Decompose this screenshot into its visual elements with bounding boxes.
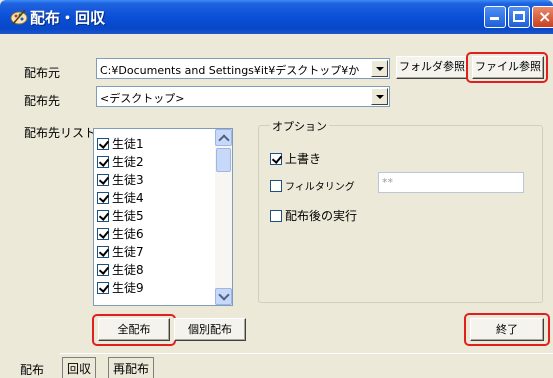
filtering-input[interactable]: ** xyxy=(378,172,524,193)
close-button[interactable]: × xyxy=(532,6,553,28)
list-item[interactable]: 生徒6 xyxy=(97,225,144,243)
chevron-down-icon[interactable] xyxy=(371,60,388,77)
list-item[interactable]: 生徒3 xyxy=(97,171,144,189)
checkbox[interactable] xyxy=(270,153,282,165)
folder-browse-button[interactable]: フォルダ参照 xyxy=(396,56,468,79)
distribute-each-button[interactable]: 個別配布 xyxy=(174,318,246,341)
scroll-up-icon[interactable] xyxy=(215,129,232,146)
file-browse-highlight xyxy=(466,52,548,83)
tab-distribute[interactable]: 配布 xyxy=(20,361,44,378)
list-item[interactable]: 生徒2 xyxy=(97,153,144,171)
list-item[interactable]: 生徒8 xyxy=(97,261,144,279)
minimize-icon xyxy=(490,17,499,20)
list-item[interactable]: 生徒1 xyxy=(97,135,144,153)
maximize-icon xyxy=(513,11,525,22)
checkbox[interactable] xyxy=(97,228,109,240)
overwrite-option[interactable]: 上書き xyxy=(270,150,321,167)
tab-collect[interactable]: 回収 xyxy=(62,357,97,378)
list-item[interactable]: 生徒9 xyxy=(97,279,144,297)
scroll-thumb[interactable] xyxy=(216,148,231,172)
checkbox[interactable] xyxy=(97,174,109,186)
checkbox[interactable] xyxy=(97,246,109,258)
scroll-down-icon[interactable] xyxy=(215,288,232,305)
list-label: 配布先リスト xyxy=(24,126,97,140)
recipient-list[interactable]: 生徒1 生徒2 生徒3 生徒4 生徒5 生徒6 生徒7 生徒8 生徒9 xyxy=(93,128,233,306)
list-item[interactable]: 生徒7 xyxy=(97,243,144,261)
options-legend: オプション xyxy=(270,118,329,134)
run-after-option[interactable]: 配布後の実行 xyxy=(270,207,357,224)
source-path-combo[interactable]: C:¥Documents and Settings¥it¥デスクトップ¥か xyxy=(96,58,390,79)
checkbox[interactable] xyxy=(97,210,109,222)
close-icon: × xyxy=(538,7,552,26)
checkbox[interactable] xyxy=(97,156,109,168)
list-scrollbar[interactable] xyxy=(215,129,232,305)
dest-combo[interactable]: <デスクトップ> xyxy=(96,86,390,107)
window-title: 配布・回収 xyxy=(30,9,106,27)
checkbox[interactable] xyxy=(270,180,282,192)
tab-divider xyxy=(60,353,553,354)
app-icon xyxy=(10,9,28,25)
distribute-all-highlight xyxy=(92,314,176,346)
tab-redistribute[interactable]: 再配布 xyxy=(108,357,155,378)
title-bar[interactable]: 配布・回収 × xyxy=(0,0,553,34)
dest-value: <デスクトップ> xyxy=(100,92,185,105)
chevron-down-icon[interactable] xyxy=(371,88,388,105)
checkbox[interactable] xyxy=(270,210,282,222)
maximize-button[interactable] xyxy=(508,6,530,28)
list-item[interactable]: 生徒4 xyxy=(97,189,144,207)
source-label: 配布元 xyxy=(24,66,61,80)
filtering-option[interactable]: フィルタリング xyxy=(270,178,355,193)
checkbox[interactable] xyxy=(97,138,109,150)
exit-highlight xyxy=(464,313,550,346)
dest-label: 配布先 xyxy=(24,94,61,108)
minimize-button[interactable] xyxy=(484,6,506,28)
list-item[interactable]: 生徒5 xyxy=(97,207,144,225)
source-path-value: C:¥Documents and Settings¥it¥デスクトップ¥か xyxy=(100,64,360,77)
checkbox[interactable] xyxy=(97,192,109,204)
checkbox[interactable] xyxy=(97,282,109,294)
checkbox[interactable] xyxy=(97,264,109,276)
